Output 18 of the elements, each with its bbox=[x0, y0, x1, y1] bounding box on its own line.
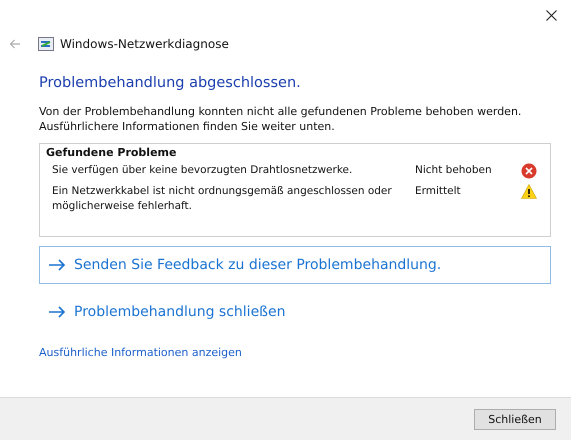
close-icon[interactable] bbox=[546, 10, 557, 20]
error-icon bbox=[521, 163, 537, 179]
heading: Problembehandlung abgeschlossen. bbox=[39, 75, 302, 91]
arrow-icon bbox=[48, 306, 66, 318]
problem-text: Ein Netzwerkkabel ist nicht ordnungsgemäß angeschlossen oder möglicherweise fehlerhaft. bbox=[52, 184, 393, 214]
details-link[interactable]: Ausführliche Informationen anzeigen bbox=[39, 346, 551, 359]
description: Von der Problembehandlung konnten nicht alle gefundenen Probleme behoben werden. Ausführlichere Informationen finden Sie weiter unten. bbox=[39, 104, 522, 134]
problem-status: Ermittelt bbox=[415, 184, 462, 199]
problem-text: Sie verfügen über keine bevorzugten Drahtlosnetzwerke. bbox=[52, 163, 354, 178]
network-icon bbox=[38, 37, 54, 51]
command-link[interactable]: Problembehandlung schließen bbox=[39, 293, 551, 331]
command-link[interactable]: Senden Sie Feedback zu dieser Problembehandlung. bbox=[39, 246, 551, 284]
close-button[interactable]: Schließen bbox=[474, 408, 556, 430]
warning-icon bbox=[521, 184, 537, 199]
arrow-icon bbox=[48, 259, 66, 271]
window-title: Windows-Netzwerkdiagnose bbox=[60, 37, 229, 51]
problem-status: Nicht behoben bbox=[415, 163, 493, 178]
panel-title: Gefundene Probleme bbox=[46, 146, 178, 159]
